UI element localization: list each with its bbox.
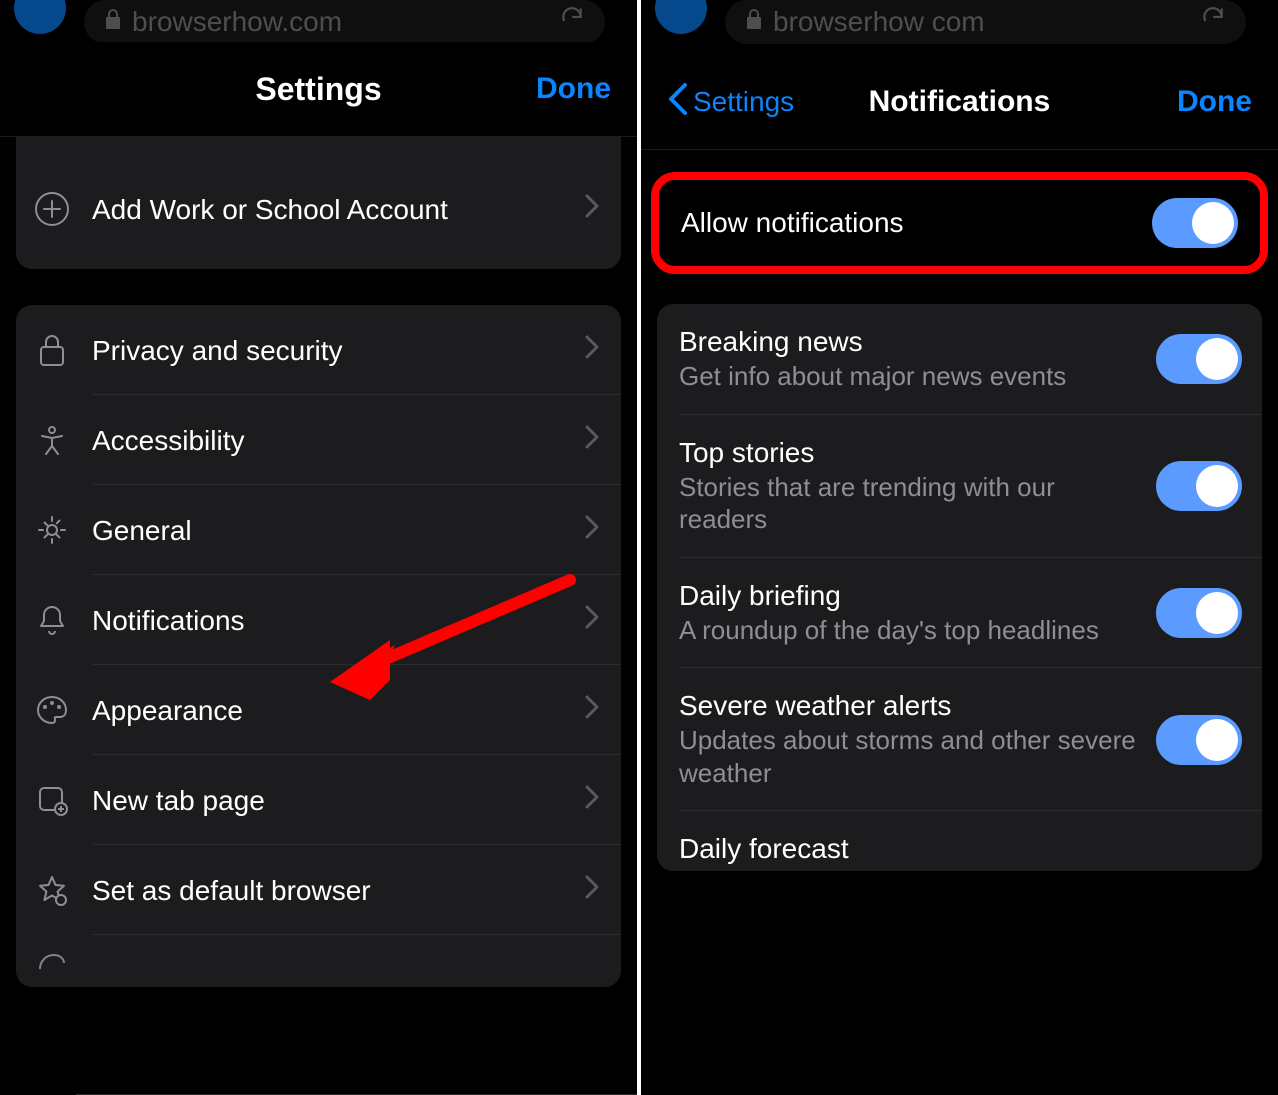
lock-icon [104, 8, 122, 36]
option-subtitle: Updates about storms and other severe we… [679, 724, 1140, 789]
url-field[interactable]: browserhow.com [84, 0, 605, 44]
back-button[interactable]: Settings [667, 82, 794, 123]
settings-label: Notifications [78, 603, 575, 638]
settings-row-appearance[interactable]: Appearance [16, 665, 621, 755]
refresh-icon[interactable] [1200, 5, 1226, 38]
screenshot-left: browserhow.com Settings Done [0, 0, 637, 1095]
settings-row-notifications[interactable]: Notifications [16, 575, 621, 665]
url-field[interactable]: browserhow com [725, 0, 1246, 44]
gear-icon [26, 514, 78, 546]
chevron-right-icon [575, 424, 605, 456]
profile-avatar[interactable] [14, 0, 66, 34]
option-subtitle: Stories that are trending with our reade… [679, 471, 1140, 536]
allow-notifications-row[interactable]: Allow notifications [659, 180, 1260, 266]
settings-label: New tab page [78, 783, 575, 818]
settings-modal: Settings Done Add Work or School Account [0, 42, 637, 1095]
settings-row-default-browser[interactable]: Set as default browser [16, 845, 621, 935]
option-title: Daily briefing [679, 580, 1140, 612]
settings-label: General [78, 513, 575, 548]
settings-row-privacy[interactable]: Privacy and security [16, 305, 621, 395]
settings-label: Appearance [78, 693, 575, 728]
annotation-highlight: Allow notifications [651, 172, 1268, 274]
toggle[interactable] [1156, 461, 1242, 511]
settings-row-newtab[interactable]: New tab page [16, 755, 621, 845]
allow-toggle[interactable] [1152, 198, 1238, 248]
toggle[interactable] [1156, 588, 1242, 638]
add-account-label: Add Work or School Account [78, 192, 575, 227]
navbar: Settings Done [0, 42, 637, 137]
option-title: Top stories [679, 437, 1140, 469]
option-title: Severe weather alerts [679, 690, 1140, 722]
option-daily-briefing[interactable]: Daily briefing A roundup of the day's to… [657, 558, 1262, 669]
url-text: browserhow.com [132, 6, 559, 38]
add-account-row[interactable]: Add Work or School Account [16, 149, 621, 269]
lock-icon [745, 8, 763, 36]
bell-icon [26, 603, 78, 637]
option-title: Breaking news [679, 326, 1140, 358]
profile-avatar[interactable] [655, 0, 707, 34]
option-title: Daily forecast [679, 833, 1226, 865]
chevron-right-icon [575, 694, 605, 726]
settings-label: Set as default browser [78, 873, 575, 908]
navbar: Settings Notifications Done [641, 55, 1278, 150]
newtab-icon [26, 784, 78, 816]
chevron-right-icon [575, 514, 605, 546]
option-top-stories[interactable]: Top stories Stories that are trending wi… [657, 415, 1262, 558]
url-text: browserhow com [773, 6, 1200, 38]
done-button[interactable]: Done [536, 72, 611, 106]
chevron-right-icon [575, 784, 605, 816]
chevron-right-icon [575, 193, 605, 225]
done-button[interactable]: Done [1177, 85, 1252, 119]
settings-row-general[interactable]: General [16, 485, 621, 575]
lock-icon [26, 333, 78, 367]
refresh-icon[interactable] [559, 5, 585, 38]
option-subtitle: A roundup of the day's top headlines [679, 614, 1140, 647]
accessibility-icon [26, 424, 78, 456]
settings-label: Accessibility [78, 423, 575, 458]
chevron-left-icon [667, 82, 689, 123]
star-gear-icon [26, 874, 78, 906]
back-label: Settings [693, 86, 794, 118]
palette-icon [26, 694, 78, 726]
option-severe-weather[interactable]: Severe weather alerts Updates about stor… [657, 668, 1262, 811]
plus-circle-icon [26, 191, 78, 227]
chevron-right-icon [575, 604, 605, 636]
option-daily-forecast[interactable]: Daily forecast [657, 811, 1262, 871]
option-subtitle: Get info about major news events [679, 360, 1140, 393]
edge-icon [26, 951, 78, 971]
settings-label: Privacy and security [78, 333, 575, 368]
chevron-right-icon [575, 874, 605, 906]
settings-row-accessibility[interactable]: Accessibility [16, 395, 621, 485]
settings-row-cutoff[interactable] [16, 935, 621, 987]
chevron-right-icon [575, 334, 605, 366]
toggle[interactable] [1156, 334, 1242, 384]
option-breaking-news[interactable]: Breaking news Get info about major news … [657, 304, 1262, 415]
allow-label: Allow notifications [681, 207, 1136, 239]
screenshot-right: browserhow com Settings Notifications Do… [641, 0, 1278, 1095]
toggle[interactable] [1156, 715, 1242, 765]
address-bar: browserhow com [641, 0, 1278, 55]
